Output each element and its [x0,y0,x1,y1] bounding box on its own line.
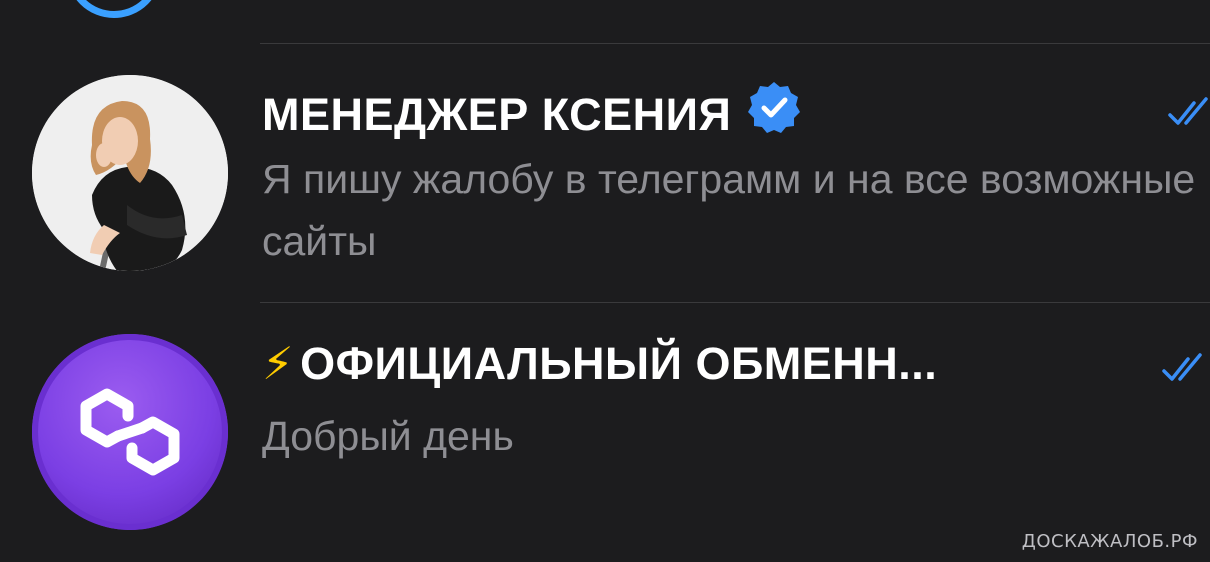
chat-preview: Я пишу жалобу в телеграмм и на все возмо… [262,156,1196,264]
chat-item-manager-ksenia[interactable]: МЕНЕДЖЕР КСЕНИЯ Я пишу жалобу в телеграм… [0,44,1210,302]
chat-title: МЕНЕДЖЕР КСЕНИЯ [262,80,801,145]
verified-badge-icon [747,80,801,145]
chat-item-official-exchange[interactable]: ⚡ ОФИЦИАЛЬНЫЙ ОБМЕНН... Добрый день [0,303,1210,562]
chat-list: МЕНЕДЖЕР КСЕНИЯ Я пишу жалобу в телеграм… [0,0,1210,562]
avatar [32,334,228,530]
chat-title-text: МЕНЕДЖЕР КСЕНИЯ [262,89,732,140]
chat-title-text: ОФИЦИАЛЬНЫЙ ОБМЕНН... [300,338,938,389]
read-status-icon [1162,353,1204,390]
polygon-logo-icon [80,388,180,476]
previous-chat-avatar[interactable] [66,0,162,18]
chat-preview: Добрый день [262,413,514,459]
read-status-icon [1168,97,1210,134]
chat-title: ⚡ ОФИЦИАЛЬНЫЙ ОБМЕНН... [262,337,937,390]
avatar [32,75,228,271]
lightning-icon: ⚡ [262,338,295,389]
watermark: ДОСКАЖАЛОБ.РФ [1021,531,1198,552]
person-photo-icon [32,75,228,271]
